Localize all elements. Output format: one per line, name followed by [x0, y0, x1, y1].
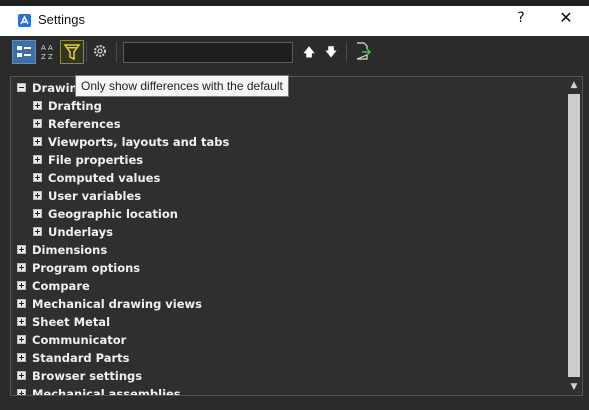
previous-match-button[interactable]: 🡅 — [301, 44, 317, 60]
vertical-scrollbar[interactable]: ▲ ▼ — [566, 77, 582, 395]
tree-item-label: Mechanical assemblies — [32, 387, 181, 396]
sort-alphabetical-button[interactable]: A Z A Z — [37, 40, 61, 64]
toolbar-divider — [346, 42, 347, 62]
expand-icon[interactable] — [33, 101, 42, 110]
search-input[interactable] — [123, 42, 293, 63]
expand-icon[interactable] — [17, 371, 26, 380]
tree-item-label: Dimensions — [32, 243, 108, 257]
tree-item-label: Program options — [32, 261, 141, 275]
scroll-down-button[interactable]: ▼ — [566, 379, 582, 395]
tree-item-label: References — [48, 117, 121, 131]
filter-differences-button[interactable] — [60, 40, 84, 64]
tree-item-label: Sheet Metal — [32, 315, 111, 329]
toolbar-divider — [86, 42, 87, 62]
tree-item-label: Compare — [32, 279, 90, 293]
categorized-view-button[interactable] — [12, 40, 36, 64]
expand-icon[interactable] — [17, 263, 26, 272]
settings-tree[interactable]: Drawing Drafting References Viewports, layo… — [10, 76, 583, 396]
collapse-icon[interactable] — [17, 83, 26, 92]
expand-icon[interactable] — [17, 317, 26, 326]
export-button[interactable] — [352, 40, 376, 64]
window-title: Settings — [38, 12, 85, 27]
tree-item-label: Viewports, layouts and tabs — [48, 135, 230, 149]
tree-item-label: Underlays — [48, 225, 113, 239]
title-bar: Settings ? ✕ — [0, 0, 589, 36]
help-button[interactable]: ? — [512, 10, 530, 26]
tree-item-label: Geographic location — [48, 207, 178, 221]
tree-item-label: Browser settings — [32, 369, 143, 383]
expand-icon[interactable] — [33, 209, 42, 218]
expand-icon[interactable] — [33, 227, 42, 236]
close-button[interactable]: ✕ — [556, 8, 576, 27]
tree-item-label: File properties — [48, 153, 144, 167]
app-logo-icon — [18, 14, 31, 27]
expand-icon[interactable] — [17, 281, 26, 290]
svg-text:Z: Z — [48, 53, 53, 61]
tree-item-label: Standard Parts — [32, 351, 130, 365]
svg-text:A: A — [48, 44, 53, 52]
tree-item-label: Drafting — [48, 99, 102, 113]
tree-item-label: Communicator — [32, 333, 127, 347]
expand-icon[interactable] — [33, 155, 42, 164]
tree-item-label: User variables — [48, 189, 142, 203]
expand-icon[interactable] — [17, 335, 26, 344]
expand-icon[interactable] — [33, 173, 42, 182]
toolbar: A Z A Z 🡅 🡇 — [0, 36, 589, 70]
tree-item-label: Computed values — [48, 171, 161, 185]
tree-item-label: Mechanical drawing views — [32, 297, 203, 311]
expand-icon[interactable] — [17, 245, 26, 254]
expand-icon[interactable] — [17, 299, 26, 308]
settings-button[interactable] — [89, 40, 113, 64]
next-match-button[interactable]: 🡇 — [323, 44, 339, 60]
expand-icon[interactable] — [17, 389, 26, 395]
expand-icon[interactable] — [33, 119, 42, 128]
expand-icon[interactable] — [33, 137, 42, 146]
scroll-up-button[interactable]: ▲ — [566, 77, 582, 93]
filter-tooltip: Only show differences with the default — [75, 75, 289, 97]
svg-text:A: A — [41, 44, 46, 52]
scrollbar-thumb[interactable] — [568, 94, 580, 377]
svg-text:Z: Z — [41, 53, 46, 61]
toolbar-divider — [116, 42, 117, 62]
expand-icon[interactable] — [33, 191, 42, 200]
expand-icon[interactable] — [17, 353, 26, 362]
